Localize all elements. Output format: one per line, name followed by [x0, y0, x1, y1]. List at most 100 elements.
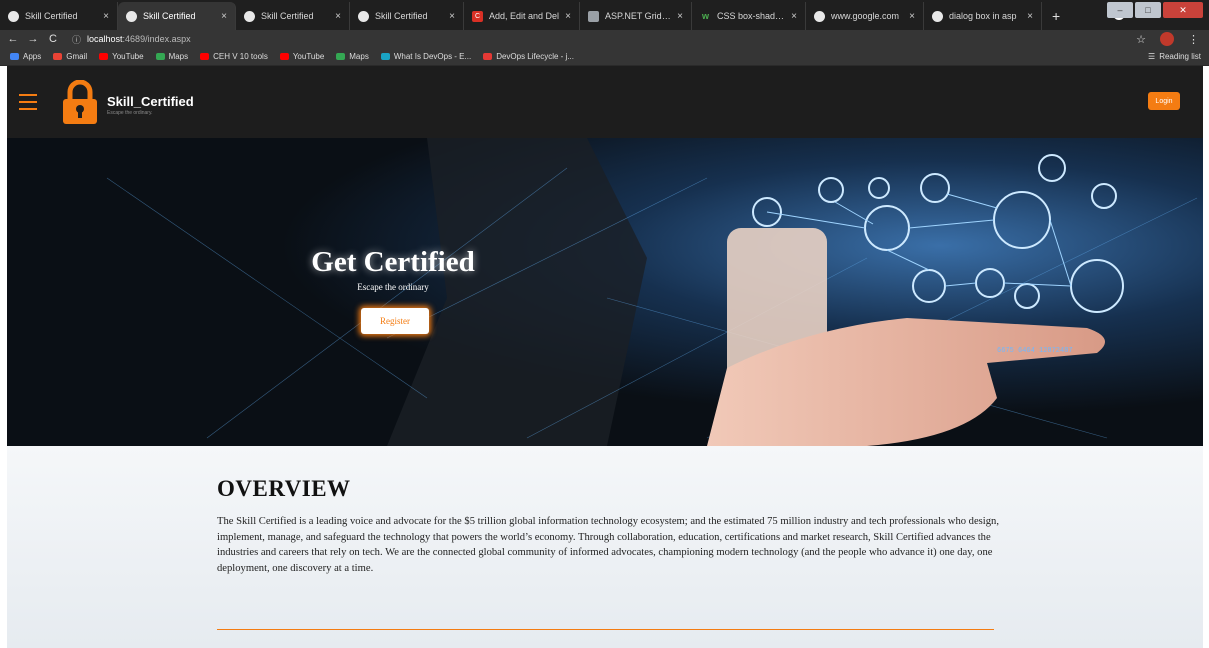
overview-body: The Skill Certified is a leading voice a…	[217, 516, 999, 574]
red-c-icon: C	[472, 10, 483, 22]
bookmark-icon	[155, 53, 165, 60]
tab-title: CSS box-shadow	[717, 11, 786, 21]
hero-banner: 6675 6464 12872487 Get Certified Escape …	[7, 138, 1203, 446]
tab-close-icon[interactable]: ×	[565, 11, 571, 22]
bookmark-icon	[483, 53, 493, 60]
bookmark-item[interactable]: CEH V 10 tools	[200, 52, 268, 61]
google-icon	[932, 10, 943, 22]
tab-title: www.google.com	[831, 11, 900, 21]
globe-icon	[126, 10, 137, 22]
bookmark-label: YouTube	[292, 52, 325, 61]
tab-title: Skill Certified	[143, 11, 196, 21]
bookmark-icon	[336, 53, 346, 60]
url-host: localhost	[87, 34, 123, 44]
tab-close-icon[interactable]: ×	[1027, 11, 1033, 22]
tab-title: Add, Edit and Del	[489, 11, 560, 21]
hamburger-menu-icon[interactable]	[19, 94, 37, 110]
maximize-icon[interactable]: □	[1135, 2, 1161, 18]
back-icon[interactable]: ←	[6, 33, 20, 45]
login-button[interactable]: Login	[1148, 92, 1180, 110]
bookmark-label: CEH V 10 tools	[213, 52, 268, 61]
bookmark-icon	[380, 53, 390, 60]
bookmark-list: Apps Gmail YouTube Maps CEH V 10 tools YouTub…	[10, 52, 574, 61]
hero-background-image: 6675 6464 12872487	[7, 138, 1203, 446]
reading-list-icon: ☰	[1148, 52, 1156, 61]
browser-tab[interactable]: C Add, Edit and Del ×	[464, 2, 580, 30]
browser-tab[interactable]: w CSS box-shadow ×	[692, 2, 806, 30]
browser-tab-bar: Skill Certified × Skill Certified × Skill Ce…	[0, 0, 1209, 30]
browser-tab[interactable]: Skill Certified ×	[118, 2, 236, 30]
tab-close-icon[interactable]: ×	[677, 11, 683, 22]
bookmark-item[interactable]: What Is DevOps - E...	[380, 52, 472, 61]
globe-icon	[358, 10, 369, 22]
bookmark-label: Gmail	[66, 52, 88, 61]
star-icon[interactable]: ☆	[1136, 33, 1146, 46]
bookmark-item[interactable]: Maps	[155, 52, 188, 61]
tab-close-icon[interactable]: ×	[221, 11, 227, 22]
site-tagline: Escape the ordinary.	[107, 110, 153, 116]
tab-close-icon[interactable]: ×	[791, 11, 797, 22]
forward-icon[interactable]: →	[26, 33, 40, 45]
bookmark-item[interactable]: DevOps Lifecycle - j...	[483, 52, 574, 61]
globe-icon	[8, 10, 19, 22]
bookmark-label: Apps	[23, 52, 42, 61]
tab-close-icon[interactable]: ×	[335, 11, 341, 22]
site-brand[interactable]: Skill_Certified	[107, 94, 194, 109]
register-button[interactable]: Register	[361, 308, 429, 334]
overview-divider	[217, 629, 994, 630]
bookmark-icon	[99, 53, 109, 60]
hero-subtitle: Escape the ordinary	[357, 282, 429, 292]
address-bar: ← → C ⓘ localhost:4689/index.aspx ☆ ⋮	[0, 30, 1209, 48]
window-controls: – □ ✕	[1107, 2, 1203, 18]
padlock-logo-icon	[63, 80, 97, 124]
bookmark-item[interactable]: YouTube	[279, 52, 325, 61]
bookmark-label: What Is DevOps - E...	[393, 52, 472, 61]
bookmark-icon	[279, 53, 289, 60]
bookmark-label: Maps	[349, 52, 369, 61]
overview-section: OVERVIEW The Skill Certified is a leadin…	[7, 446, 1203, 648]
bookmark-icon	[200, 53, 210, 60]
tab-close-icon[interactable]: ×	[909, 11, 915, 22]
bookmark-icon	[10, 53, 19, 60]
minimize-icon[interactable]: –	[1107, 2, 1133, 18]
bookmark-item[interactable]: Apps	[10, 52, 41, 61]
page-scrollbar[interactable]	[1203, 66, 1209, 648]
reading-list-label: Reading list	[1159, 52, 1201, 61]
page: Skill_Certified Escape the ordinary. Log…	[7, 66, 1203, 648]
site-header: Skill_Certified Escape the ordinary. Log…	[7, 66, 1203, 138]
browser-tab[interactable]: Skill Certified ×	[0, 2, 118, 30]
bookmark-icon	[53, 53, 63, 60]
bookmark-item[interactable]: Maps	[336, 52, 369, 61]
url-field[interactable]: ⓘ localhost:4689/index.aspx	[72, 33, 191, 46]
tab-close-icon[interactable]: ×	[449, 11, 455, 22]
browser-tab[interactable]: www.google.com ×	[806, 2, 924, 30]
reading-list-button[interactable]: ☰ Reading list	[1148, 52, 1201, 61]
menu-icon[interactable]: ⋮	[1188, 33, 1199, 46]
tab-strip: Skill Certified × Skill Certified × Skill Ce…	[0, 2, 1042, 30]
tab-title: ASP.NET GridView	[605, 11, 671, 21]
browser-tab[interactable]: Skill Certified ×	[236, 2, 350, 30]
globe-icon	[244, 10, 255, 22]
bookmark-item[interactable]: YouTube	[99, 52, 144, 61]
avatar[interactable]	[1160, 32, 1174, 46]
bookmarks-bar: Apps Gmail YouTube Maps CEH V 10 tools YouTub…	[0, 48, 1209, 66]
browser-tab[interactable]: dialog box in asp ×	[924, 2, 1042, 30]
tab-title: Skill Certified	[261, 11, 314, 21]
bookmark-item[interactable]: Gmail	[53, 52, 87, 61]
browser-tab[interactable]: ASP.NET GridView ×	[580, 2, 692, 30]
tab-close-icon[interactable]: ×	[103, 11, 109, 22]
globe-icon	[814, 10, 825, 22]
reload-icon[interactable]: C	[46, 33, 60, 45]
hero-code-text: 6675 6464 12872487	[997, 347, 1073, 355]
bookmark-label: DevOps Lifecycle - j...	[496, 52, 574, 61]
hero-title: Get Certified	[311, 246, 475, 278]
close-window-icon[interactable]: ✕	[1163, 2, 1203, 18]
url-path: :4689/index.aspx	[122, 34, 191, 44]
bookmark-label: YouTube	[112, 52, 144, 61]
browser-tab[interactable]: Skill Certified ×	[350, 2, 464, 30]
tab-title: dialog box in asp	[949, 11, 1017, 21]
info-icon[interactable]: ⓘ	[72, 33, 81, 46]
tab-title: Skill Certified	[375, 11, 428, 21]
tab-title: Skill Certified	[25, 11, 78, 21]
new-tab-button[interactable]: +	[1042, 2, 1070, 30]
